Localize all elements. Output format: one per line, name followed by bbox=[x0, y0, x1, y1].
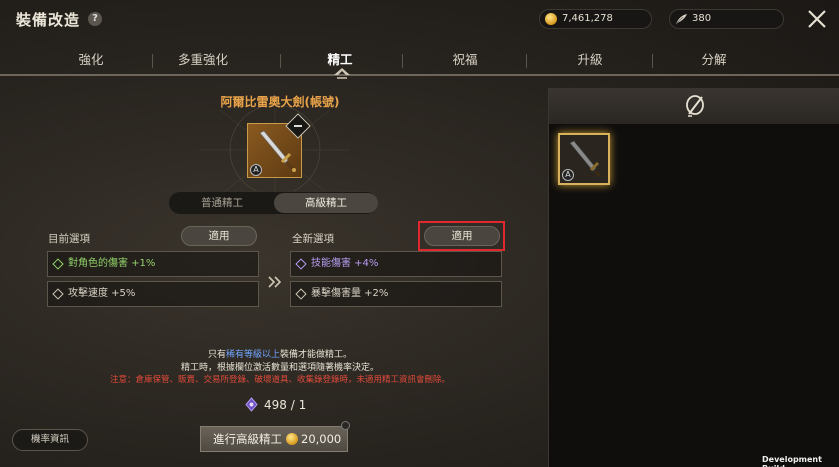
execute-label: 進行高級精工 bbox=[213, 432, 282, 446]
notice-line-2: 精工時，根據欄位激活數量和選項隨著機率決定。 bbox=[180, 363, 379, 373]
current-options-label: 目前選項 bbox=[48, 233, 90, 245]
purple-gem-icon bbox=[245, 397, 258, 412]
gold-coin-icon bbox=[545, 13, 557, 25]
current-option-row: 攻擊速度 +5% bbox=[47, 281, 259, 307]
refine-mode-toggle: 普通精工 高級精工 bbox=[168, 191, 379, 215]
new-option-1: 技能傷害 +4% bbox=[311, 258, 379, 269]
option-diamond-icon bbox=[295, 258, 307, 270]
tab-multi-enhance[interactable]: 多重強化 bbox=[142, 44, 264, 76]
tab-bless[interactable]: 祝福 bbox=[404, 44, 526, 76]
minus-badge-icon bbox=[341, 421, 350, 430]
close-icon[interactable] bbox=[806, 8, 828, 30]
active-tab-ornament-icon bbox=[334, 68, 350, 79]
notice-warning: 注意：倉庫保管、販賣、交易所登錄、破壞道具、收集錄登錄時，未適用精工資訊會刪除。 bbox=[109, 375, 450, 385]
tab-underline bbox=[0, 74, 839, 76]
inventory-item-slot[interactable]: A bbox=[558, 133, 610, 185]
option-diamond-icon bbox=[52, 288, 64, 300]
tab-dismantle[interactable]: 分解 bbox=[653, 44, 775, 76]
execute-refine-button[interactable]: 進行高級精工 20,000 bbox=[200, 426, 348, 452]
feather-icon bbox=[675, 14, 687, 25]
current-option-row: 對角色的傷害 +1% bbox=[47, 251, 259, 277]
probability-info-button[interactable]: 機率資訊 bbox=[12, 429, 88, 451]
gold-amount: 7,461,278 bbox=[562, 13, 613, 24]
tab-bar: 強化 多重強化 精工 祝福 升級 分解 bbox=[30, 44, 800, 78]
notice-text: 只有 bbox=[207, 350, 226, 360]
grade-badge: A bbox=[250, 164, 262, 176]
material-count: 498 / 1 bbox=[244, 396, 306, 414]
notice-highlight: 稀有等級以上 bbox=[225, 350, 280, 360]
current-option-2: 攻擊速度 +5% bbox=[68, 288, 136, 299]
notice-text: 裝備才能做精工。 bbox=[280, 350, 353, 360]
feather-currency: 380 bbox=[669, 9, 784, 29]
current-option-1: 對角色的傷害 +1% bbox=[68, 258, 156, 269]
execute-cost: 20,000 bbox=[301, 432, 342, 446]
item-inventory-panel: A bbox=[548, 88, 839, 467]
grade-badge: A bbox=[562, 169, 574, 181]
sword-shield-icon bbox=[686, 95, 704, 117]
question-icon[interactable]: ? bbox=[88, 12, 102, 26]
dev-build-label: Development Build bbox=[762, 455, 822, 467]
apply-current-button[interactable]: 適用 bbox=[181, 226, 257, 246]
double-chevron-right-icon bbox=[268, 276, 282, 288]
option-diamond-icon bbox=[295, 288, 307, 300]
advanced-refine-button[interactable]: 高級精工 bbox=[274, 193, 378, 213]
highlight-box bbox=[418, 221, 505, 251]
inventory-header bbox=[549, 88, 839, 124]
new-option-2: 暴擊傷害量 +2% bbox=[311, 288, 389, 299]
tab-divider bbox=[526, 54, 527, 68]
top-bar: 裝備改造 ? 7,461,278 380 bbox=[0, 0, 839, 40]
item-name: 阿爾比雷奧大劍(帳號) bbox=[220, 95, 340, 109]
option-diamond-icon bbox=[52, 258, 64, 270]
feather-amount: 380 bbox=[692, 13, 712, 24]
normal-refine-button[interactable]: 普通精工 bbox=[170, 193, 274, 213]
page-title: 裝備改造 bbox=[16, 11, 81, 29]
material-count-text: 498 / 1 bbox=[264, 398, 307, 412]
tab-divider bbox=[402, 54, 403, 68]
gold-currency: 7,461,278 bbox=[539, 9, 652, 29]
tab-upgrade[interactable]: 升級 bbox=[529, 44, 651, 76]
gold-coin-icon bbox=[286, 433, 298, 445]
new-options-label: 全新選項 bbox=[292, 233, 334, 245]
new-option-row: 暴擊傷害量 +2% bbox=[290, 281, 502, 307]
tab-enhance[interactable]: 強化 bbox=[30, 44, 152, 76]
notice-line-1: 只有稀有等級以上裝備才能做精工。 bbox=[40, 347, 520, 360]
new-option-row: 技能傷害 +4% bbox=[290, 251, 502, 277]
